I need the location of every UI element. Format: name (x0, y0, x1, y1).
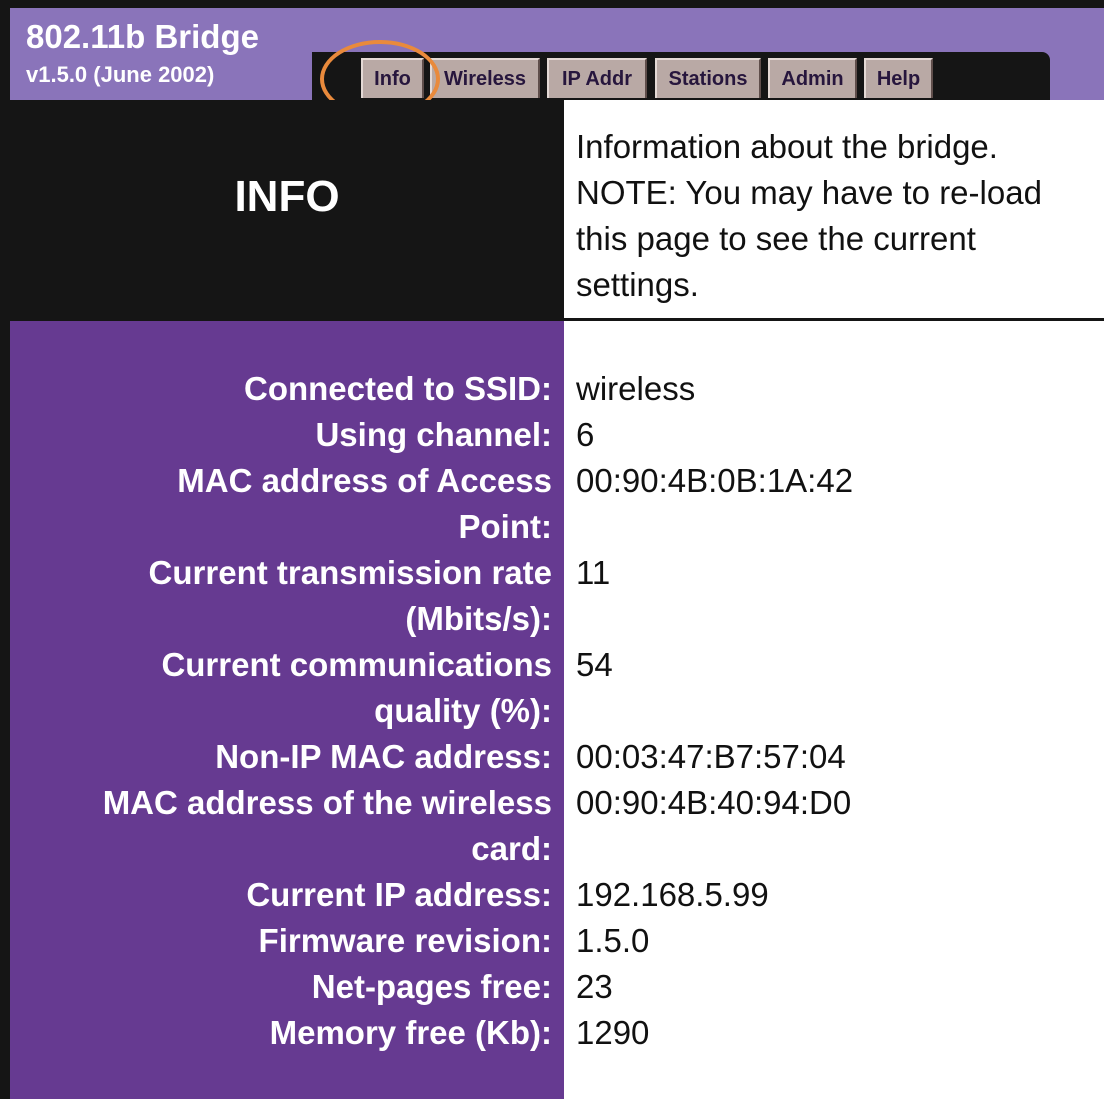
label-ssid: Connected to SSID: (243, 370, 552, 407)
tab-info[interactable]: Info (361, 58, 424, 98)
section-description: Information about the bridge. NOTE: You … (576, 128, 1042, 303)
value-firmware: 1.5.0 (576, 922, 650, 959)
tab-admin[interactable]: Admin (768, 58, 857, 98)
label-ap-mac-line2: Point: (458, 508, 552, 545)
tab-help[interactable]: Help (864, 58, 933, 98)
value-card-mac: 00:90:4B:40:94:D0 (576, 784, 852, 821)
value-net-pages: 23 (576, 968, 613, 1005)
label-ip-address: Current IP address: (246, 876, 552, 913)
label-quality-line2: quality (%): (374, 692, 552, 729)
label-memory-free: Memory free (Kb): (269, 1014, 552, 1051)
value-ap-mac: 00:90:4B:0B:1A:42 (576, 462, 854, 499)
label-tx-rate-line1: Current transmission rate (148, 554, 552, 591)
label-net-pages: Net-pages free: (311, 968, 552, 1005)
section-title: INFO (234, 172, 340, 221)
app-title: 802.11b Bridge (26, 18, 259, 55)
tab-stations[interactable]: Stations (655, 58, 761, 98)
label-ap-mac-line1: MAC address of Access (177, 462, 552, 499)
label-tx-rate-line2: (Mbits/s): (405, 600, 552, 637)
value-non-ip-mac: 00:03:47:B7:57:04 (576, 738, 846, 775)
label-card-mac-line1: MAC address of the wireless (102, 784, 552, 821)
tab-wireless[interactable]: Wireless (430, 58, 540, 98)
app-version: v1.5.0 (June 2002) (26, 62, 215, 87)
value-channel: 6 (576, 416, 595, 453)
value-quality: 54 (576, 646, 613, 683)
label-quality-line1: Current communications (161, 646, 552, 683)
label-firmware: Firmware revision: (258, 922, 552, 959)
label-non-ip-mac: Non-IP MAC address: (215, 738, 552, 775)
value-memory-free: 1290 (576, 1014, 650, 1051)
label-card-mac-line2: card: (471, 830, 552, 867)
tab-ip-addr[interactable]: IP Addr (547, 58, 647, 98)
label-channel: Using channel: (315, 416, 552, 453)
value-tx-rate: 11 (576, 554, 611, 591)
value-ssid: wireless (576, 370, 696, 407)
value-ip-address: 192.168.5.99 (576, 876, 769, 913)
